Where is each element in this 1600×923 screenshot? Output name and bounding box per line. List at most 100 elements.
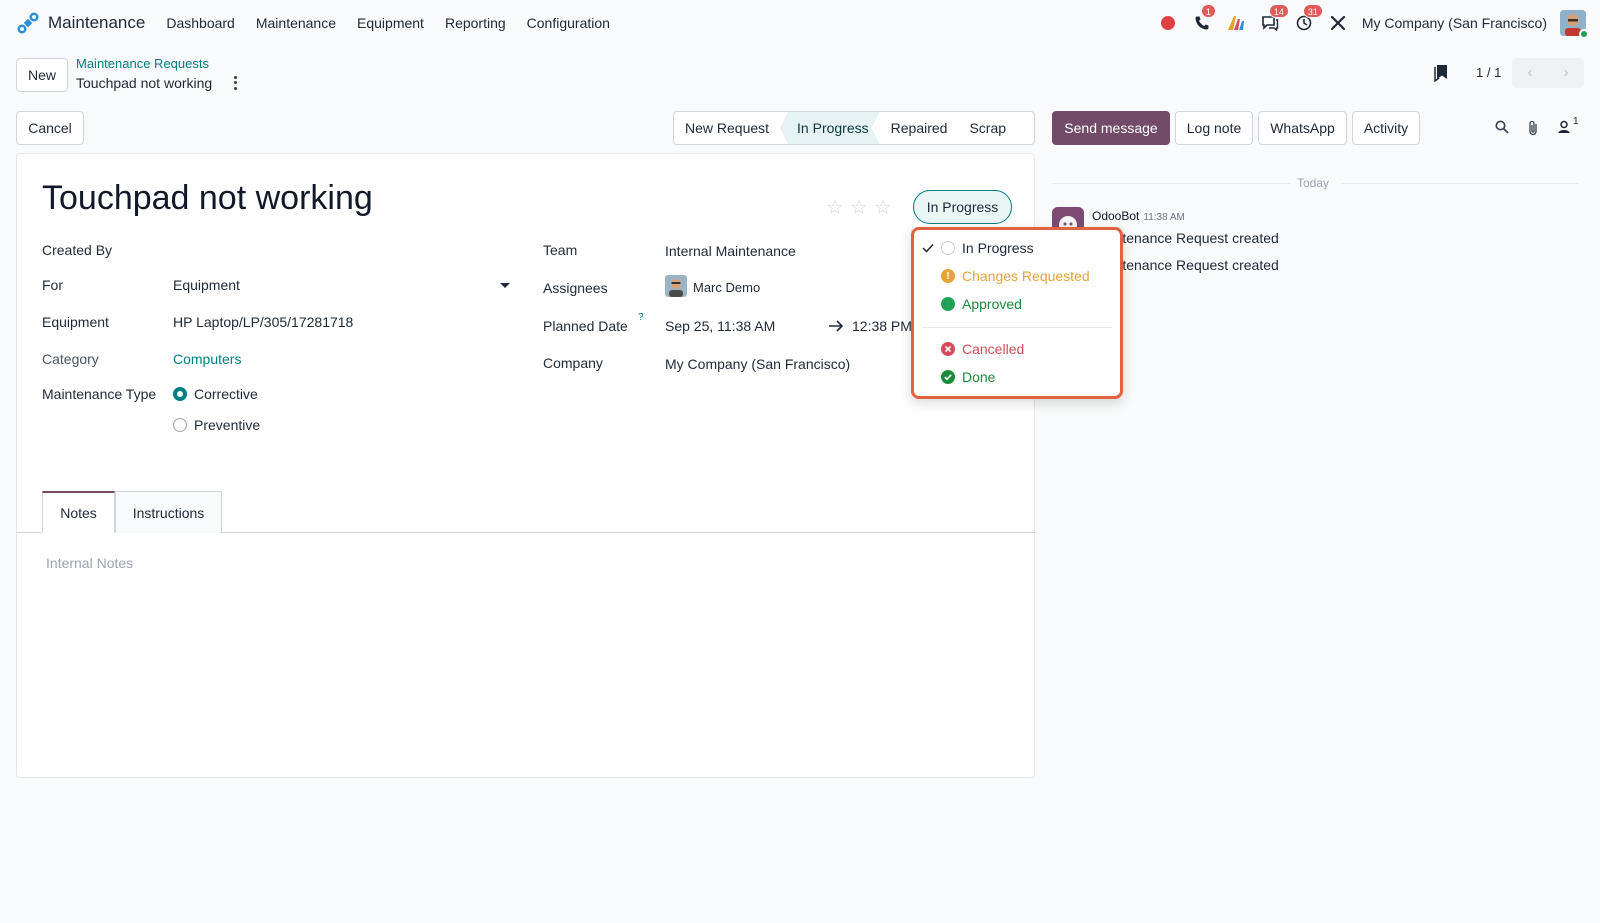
assignee-avatar: [665, 275, 687, 297]
state-option-in-progress[interactable]: In Progress: [912, 236, 1122, 260]
record-icon[interactable]: [1158, 13, 1178, 33]
arrow-right-icon: [829, 320, 844, 332]
log-note-button[interactable]: Log note: [1175, 111, 1253, 145]
check-icon: [922, 241, 936, 255]
form-sheet: Touchpad not working ☆ ☆ ☆ In Progress C…: [16, 153, 1036, 778]
actions-menu-icon[interactable]: [232, 75, 238, 91]
company-switcher[interactable]: My Company (San Francisco): [1362, 15, 1547, 31]
team-label: Team: [543, 242, 578, 258]
planned-date-start[interactable]: Sep 25, 11:38 AM: [665, 318, 775, 334]
maintenance-app-icon: [17, 12, 39, 34]
planned-date-label: Planned Date: [543, 318, 628, 334]
clock-icon[interactable]: 31: [1294, 4, 1323, 33]
tab-instructions[interactable]: Instructions: [115, 491, 222, 533]
equipment-label: Equipment: [42, 314, 109, 330]
dropdown-divider: [922, 327, 1112, 328]
message-author[interactable]: OdooBot 11:38 AM: [1092, 209, 1185, 223]
corrective-radio-label[interactable]: Corrective: [194, 386, 258, 402]
green-circle-icon: [941, 297, 955, 311]
kanban-state-button[interactable]: In Progress: [913, 190, 1012, 224]
activity-button[interactable]: Activity: [1352, 111, 1420, 145]
assignee-name[interactable]: Marc Demo: [693, 280, 760, 295]
menu-configuration[interactable]: Configuration: [527, 15, 610, 31]
check-circle-icon: [941, 370, 955, 384]
activities-badge: 31: [1302, 4, 1323, 18]
top-navbar: Maintenance Dashboard Maintenance Equipm…: [0, 0, 1600, 46]
equipment-field[interactable]: HP Laptop/LP/305/17281718: [173, 314, 353, 330]
new-button[interactable]: New: [16, 58, 68, 92]
menu-reporting[interactable]: Reporting: [445, 15, 506, 31]
send-message-button[interactable]: Send message: [1052, 111, 1170, 145]
date-separator-line: [1341, 183, 1578, 184]
calls-badge: 1: [1200, 4, 1216, 18]
stage-scrap[interactable]: Scrap: [958, 112, 1017, 144]
state-option-label: Approved: [962, 296, 1022, 312]
main-menu: Dashboard Maintenance Equipment Reportin…: [166, 15, 631, 31]
help-tooltip-icon[interactable]: ?: [638, 312, 644, 323]
breadcrumb-current: Touchpad not working: [76, 75, 213, 91]
cancel-button[interactable]: Cancel: [16, 111, 84, 145]
for-label: For: [42, 277, 63, 293]
messages-badge: 14: [1268, 4, 1289, 18]
breadcrumb-parent[interactable]: Maintenance Requests: [76, 56, 209, 71]
team-field[interactable]: Internal Maintenance: [665, 243, 796, 259]
maintenance-type-label: Maintenance Type: [42, 386, 157, 402]
category-link[interactable]: Computers: [173, 351, 241, 367]
followers-icon[interactable]: [1557, 120, 1571, 134]
state-option-done[interactable]: Done: [912, 365, 1122, 389]
state-option-label: Changes Requested: [962, 268, 1090, 284]
paperclip-icon[interactable]: [1527, 120, 1539, 136]
date-separator: Today: [1297, 176, 1330, 190]
priority-stars: ☆ ☆ ☆: [826, 195, 898, 220]
stage-statusbar: New Request In Progress Repaired Scrap: [673, 111, 1035, 145]
planned-date-end[interactable]: 12:38 PM: [852, 318, 912, 334]
stage-repaired[interactable]: Repaired: [880, 112, 959, 144]
menu-maintenance[interactable]: Maintenance: [256, 15, 336, 31]
chat-icon[interactable]: 14: [1260, 4, 1289, 33]
company-field[interactable]: My Company (San Francisco): [665, 356, 850, 372]
star-icon[interactable]: ☆: [874, 195, 892, 220]
ai-icon[interactable]: [1226, 13, 1246, 33]
state-option-label: Cancelled: [962, 341, 1025, 357]
message-time: 11:38 AM: [1143, 212, 1185, 223]
pager-previous-button[interactable]: ‹: [1512, 58, 1548, 88]
state-option-changes-requested[interactable]: ! Changes Requested: [912, 264, 1122, 288]
search-icon[interactable]: [1495, 120, 1509, 134]
menu-dashboard[interactable]: Dashboard: [166, 15, 235, 31]
app-brand[interactable]: Maintenance: [16, 11, 145, 35]
preventive-radio-label[interactable]: Preventive: [194, 417, 260, 433]
created-by-label: Created By: [42, 242, 113, 258]
star-icon[interactable]: ☆: [850, 195, 868, 220]
bookmark-icon[interactable]: [1434, 64, 1448, 82]
pager-next-button[interactable]: ›: [1548, 58, 1584, 88]
warning-icon: !: [941, 269, 955, 283]
pager-value[interactable]: 1 / 1: [1476, 65, 1501, 80]
phone-icon[interactable]: 1: [1192, 4, 1216, 33]
tools-icon[interactable]: [1328, 13, 1348, 33]
stage-new-request[interactable]: New Request: [674, 112, 780, 144]
record-title[interactable]: Touchpad not working: [42, 179, 373, 218]
cancel-circle-icon: [941, 342, 955, 356]
user-avatar[interactable]: [1560, 10, 1589, 39]
preventive-radio[interactable]: [173, 418, 187, 432]
whatsapp-button[interactable]: WhatsApp: [1258, 111, 1347, 145]
kanban-state-dropdown: In Progress ! Changes Requested Approved…: [911, 227, 1123, 399]
followers-count: 1: [1573, 116, 1579, 127]
chevron-right-icon: ›: [1563, 64, 1569, 81]
menu-equipment[interactable]: Equipment: [357, 15, 424, 31]
for-select[interactable]: Equipment: [173, 277, 240, 293]
state-option-cancelled[interactable]: Cancelled: [912, 337, 1122, 361]
state-option-approved[interactable]: Approved: [912, 292, 1122, 316]
assignees-label: Assignees: [543, 280, 608, 296]
star-icon[interactable]: ☆: [826, 195, 844, 220]
chevron-down-icon[interactable]: [500, 283, 510, 288]
stage-in-progress[interactable]: In Progress: [780, 112, 880, 144]
internal-notes-input[interactable]: Internal Notes: [46, 555, 133, 571]
message-author-name[interactable]: OdooBot: [1092, 209, 1139, 223]
notebook-tabs: Notes Instructions: [17, 491, 1036, 533]
app-name[interactable]: Maintenance: [48, 13, 145, 33]
corrective-radio[interactable]: [173, 387, 187, 401]
tab-notes[interactable]: Notes: [42, 491, 115, 533]
state-option-label: In Progress: [962, 240, 1034, 256]
grey-circle-icon: [941, 241, 955, 255]
